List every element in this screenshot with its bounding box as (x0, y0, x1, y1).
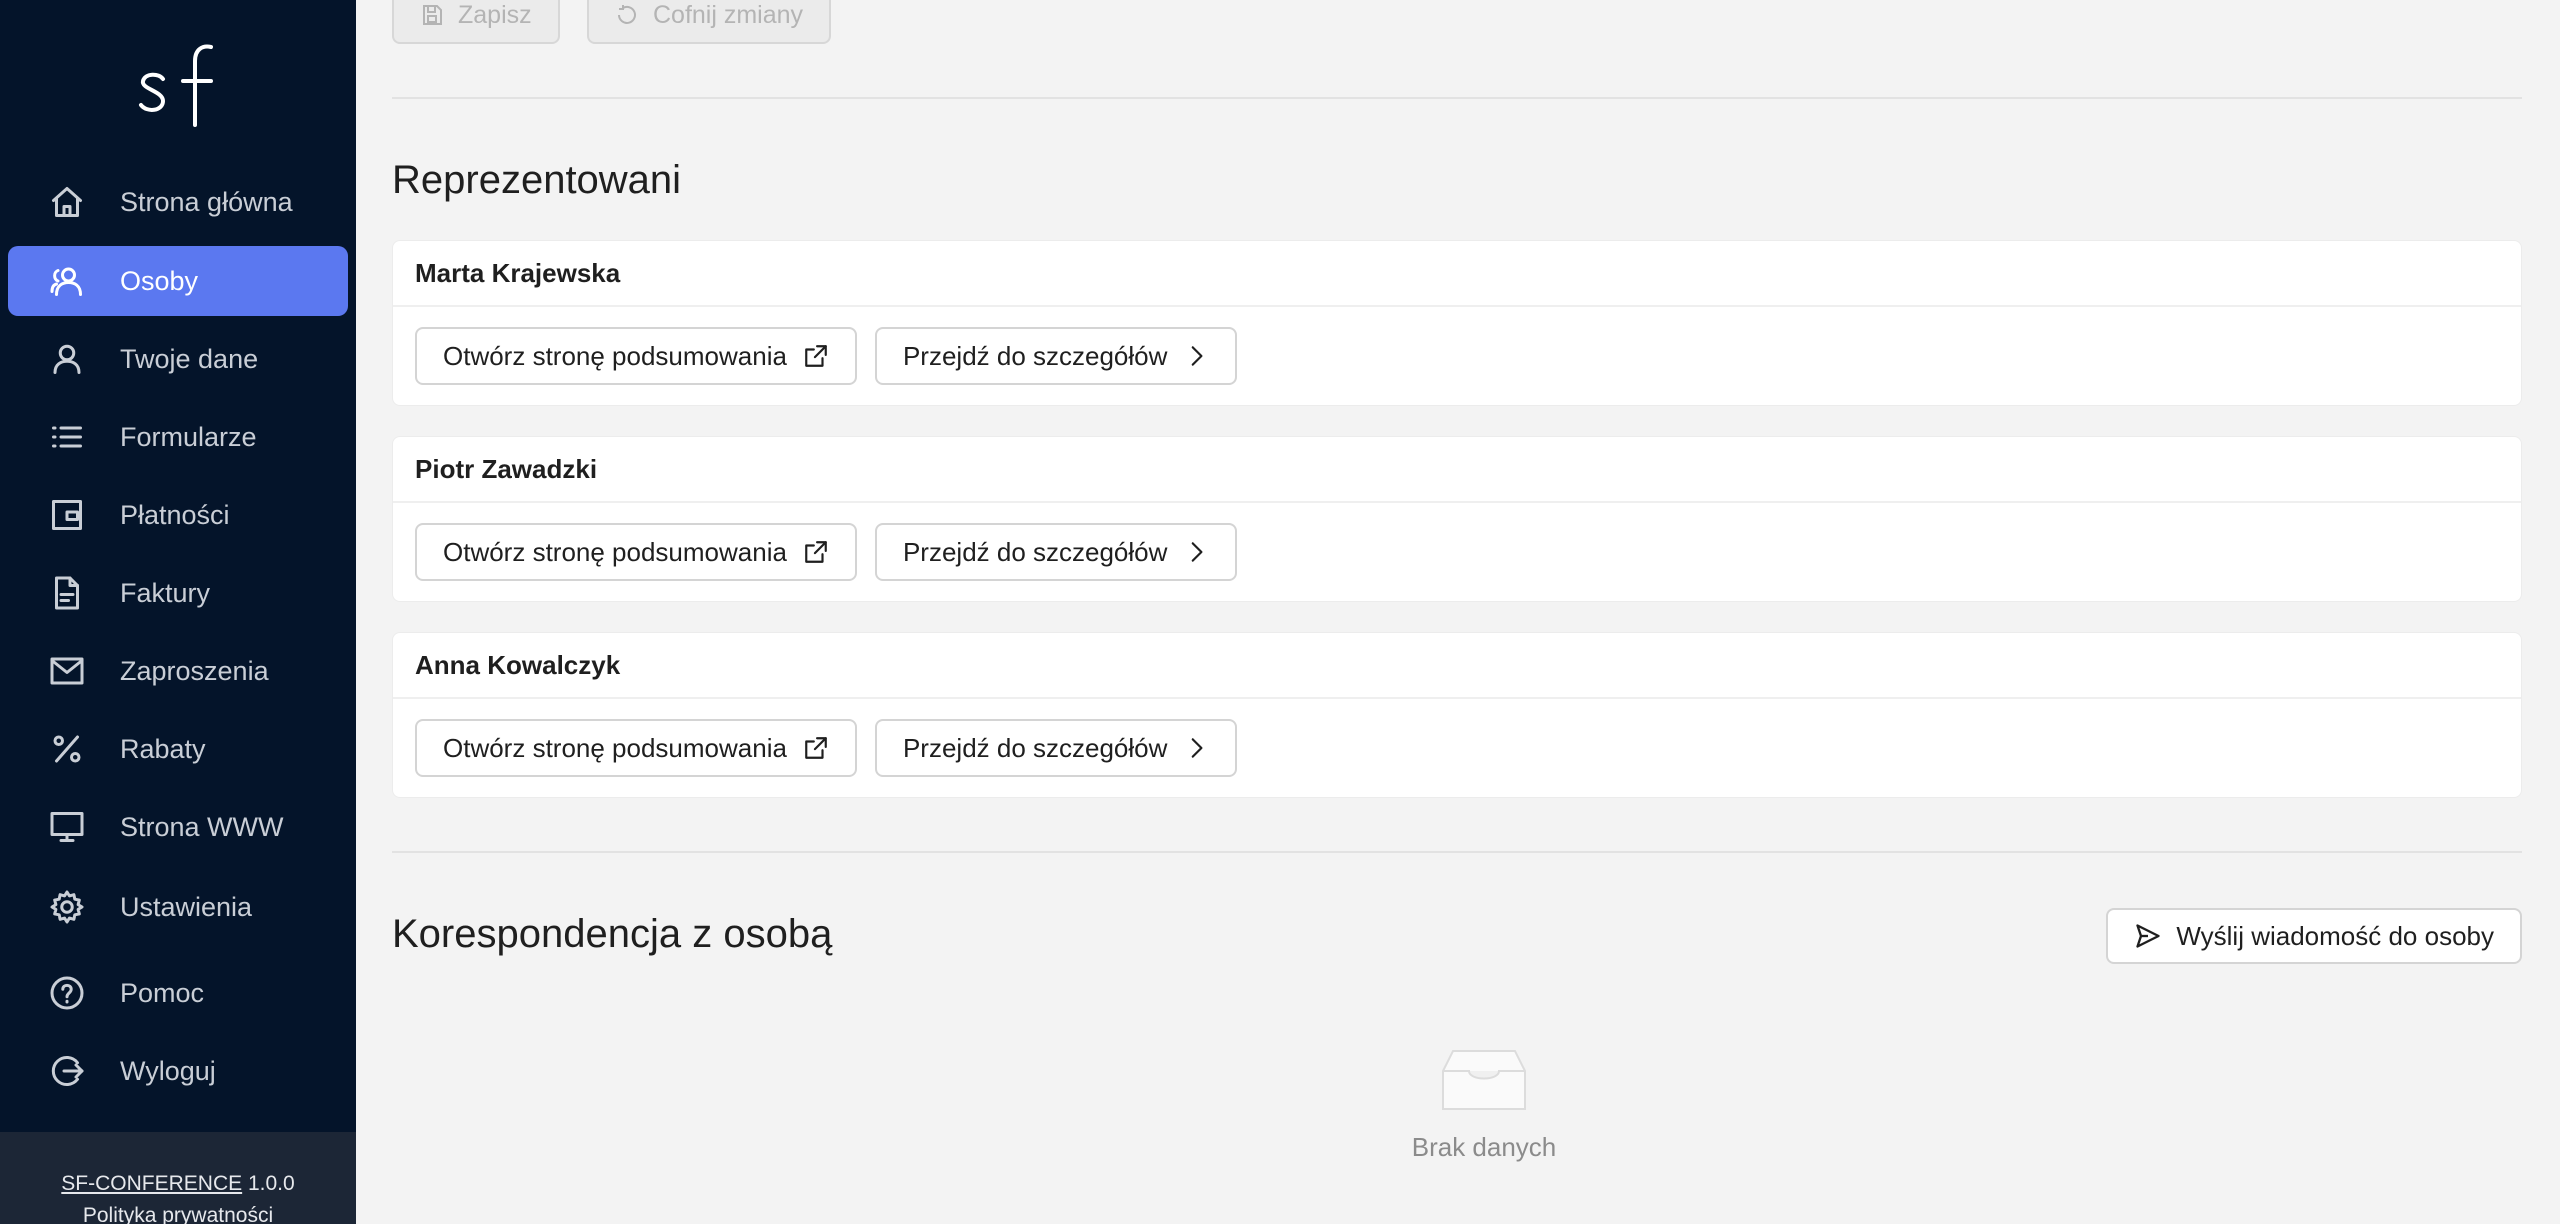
monitor-icon (48, 808, 86, 846)
chevron-right-icon (1192, 346, 1203, 366)
save-icon (423, 5, 442, 25)
percent-icon (48, 730, 86, 768)
privacy-policy-link[interactable]: Polityka prywatności (0, 1200, 356, 1224)
users-icon (48, 262, 86, 300)
revert-button-label: Cofnij zmiany (653, 0, 804, 29)
person-actions: Otwórz stronę podsumowania Przejdź do sz… (393, 503, 2521, 601)
send-icon (2136, 924, 2160, 948)
person-actions: Otwórz stronę podsumowania Przejdź do sz… (393, 307, 2521, 405)
sidebar-item-invitations[interactable]: Zaproszenia (8, 636, 348, 706)
person-card: Piotr Zawadzki Otwórz stronę podsumowani… (392, 436, 2522, 602)
person-name: Marta Krajewska (393, 241, 2521, 307)
person-name: Anna Kowalczyk (393, 633, 2521, 699)
go-to-details-button[interactable]: Przejdź do szczegółów (874, 719, 1238, 777)
go-to-details-button[interactable]: Przejdź do szczegółów (874, 327, 1238, 385)
home-icon (48, 183, 86, 221)
sidebar-item-logout[interactable]: Wyloguj (8, 1036, 348, 1106)
open-summary-label: Otwórz stronę podsumowania (443, 536, 787, 567)
sidebar-item-label: Wyloguj (120, 1055, 216, 1086)
sidebar-item-label: Płatności (120, 499, 230, 530)
revert-button[interactable]: Cofnij zmiany (587, 0, 832, 44)
logout-icon (48, 1052, 86, 1090)
go-to-details-label: Przejdź do szczegółów (902, 536, 1168, 567)
correspondence-title: Korespondencja z osobą (392, 912, 833, 956)
represented-title: Reprezentowani (392, 158, 682, 202)
help-icon (48, 974, 86, 1012)
empty-state: Brak danych (1356, 1045, 1612, 1163)
empty-state-text: Brak danych (1411, 1132, 1557, 1162)
sidebar-item-label: Zaproszenia (120, 655, 269, 686)
go-to-details-label: Przejdź do szczegółów (902, 732, 1168, 763)
sidebar-item-payments[interactable]: Płatności (8, 480, 348, 550)
sidebar-item-label: Pomoc (120, 977, 205, 1008)
mail-icon (48, 652, 86, 690)
send-message-label: Wyślij wiadomość do osoby (2176, 920, 2494, 951)
external-link-icon (805, 345, 827, 367)
save-button[interactable]: Zapisz (392, 0, 560, 44)
sf-logo-icon (139, 44, 213, 127)
sidebar-item-website[interactable]: Strona WWW (8, 792, 348, 862)
external-link-icon (805, 737, 827, 759)
sidebar-item-label: Formularze (120, 421, 257, 452)
sidebar-item-label: Strona WWW (120, 811, 284, 842)
sidebar-item-label: Strona główna (120, 186, 293, 217)
divider (392, 97, 2522, 99)
go-to-details-button[interactable]: Przejdź do szczegółów (874, 523, 1238, 581)
person-card: Anna Kowalczyk Otwórz stronę podsumowani… (392, 632, 2522, 798)
app-version: 1.0.0 (247, 1172, 295, 1195)
send-message-button[interactable]: Wyślij wiadomość do osoby (2106, 908, 2522, 964)
sidebar-item-your-data[interactable]: Twoje dane (8, 324, 348, 394)
main-content: Zapisz Cofnij zmiany Reprezentowani Mart… (356, 0, 2560, 1224)
undo-icon (618, 5, 636, 24)
save-button-label: Zapisz (458, 0, 532, 29)
sidebar-item-label: Ustawienia (120, 891, 253, 922)
open-summary-button[interactable]: Otwórz stronę podsumowania (415, 719, 857, 777)
open-summary-button[interactable]: Otwórz stronę podsumowania (415, 327, 857, 385)
app-logo[interactable] (0, 28, 356, 138)
person-name: Piotr Zawadzki (393, 437, 2521, 503)
sidebar-item-label: Rabaty (120, 733, 206, 764)
gear-icon (48, 888, 86, 926)
open-summary-label: Otwórz stronę podsumowania (443, 340, 787, 371)
person-card: Marta Krajewska Otwórz stronę podsumowan… (392, 240, 2522, 406)
sidebar: Strona główna Osoby Twoje dane Formularz… (0, 0, 356, 1224)
sidebar-item-discounts[interactable]: Rabaty (8, 714, 348, 784)
person-actions: Otwórz stronę podsumowania Przejdź do sz… (393, 699, 2521, 797)
sidebar-item-label: Osoby (120, 265, 199, 296)
chevron-right-icon (1192, 542, 1203, 562)
sidebar-item-help[interactable]: Pomoc (8, 958, 348, 1028)
sidebar-item-forms[interactable]: Formularze (8, 402, 348, 472)
sidebar-item-people[interactable]: Osoby (8, 246, 348, 316)
external-link-icon (805, 541, 827, 563)
sidebar-item-home[interactable]: Strona główna (8, 167, 348, 237)
go-to-details-label: Przejdź do szczegółów (902, 340, 1168, 371)
user-icon (48, 340, 86, 378)
app-name-link[interactable]: SF-CONFERENCE (61, 1172, 242, 1195)
sidebar-footer: SF-CONFERENCE 1.0.0 Polityka prywatności (0, 1132, 356, 1224)
divider (392, 851, 2522, 853)
list-icon (48, 418, 86, 456)
sidebar-item-label: Twoje dane (120, 343, 259, 374)
file-icon (48, 574, 86, 612)
open-summary-button[interactable]: Otwórz stronę podsumowania (415, 523, 857, 581)
wallet-icon (48, 496, 86, 534)
open-summary-label: Otwórz stronę podsumowania (443, 732, 787, 763)
sidebar-item-label: Faktury (120, 577, 211, 608)
sidebar-item-invoices[interactable]: Faktury (8, 558, 348, 628)
empty-inbox-icon (1442, 1050, 1526, 1110)
version-line: SF-CONFERENCE 1.0.0 (0, 1168, 356, 1200)
chevron-right-icon (1192, 738, 1203, 758)
sidebar-item-settings[interactable]: Ustawienia (8, 872, 348, 942)
